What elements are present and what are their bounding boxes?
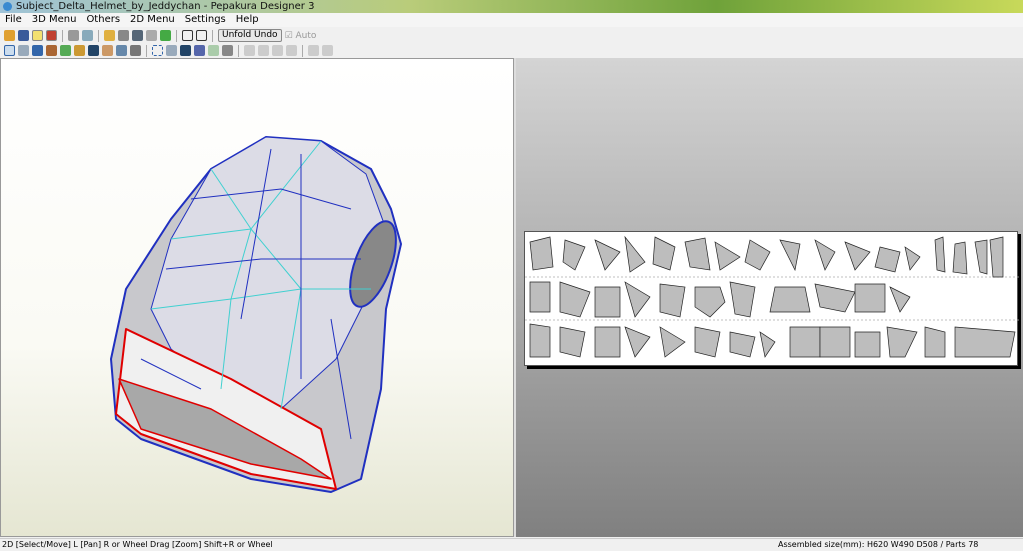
light-icon[interactable] [32,30,43,41]
flap-edit-icon[interactable] [74,45,85,56]
save-icon[interactable] [18,30,29,41]
parts-row-3 [529,323,1016,358]
join-part-icon[interactable] [116,45,127,56]
unfold-icon[interactable] [160,30,171,41]
anchor-icon[interactable] [132,30,143,41]
separator [176,29,177,42]
frame-icon[interactable] [152,45,163,56]
flap-icon[interactable] [146,30,157,41]
app-icon [3,2,12,11]
separator [238,44,239,57]
texture-icon[interactable] [46,30,57,41]
parts-row-2 [529,281,911,318]
flip-icon[interactable] [60,45,71,56]
window2-icon[interactable] [196,30,207,41]
align-top-icon[interactable] [272,45,283,56]
text-icon[interactable] [88,45,99,56]
3d-view[interactable] [0,58,514,537]
window-title: Subject_Delta_Helmet_by_Jeddychan - Pepa… [16,1,315,12]
rotate-icon[interactable] [46,45,57,56]
separator [212,29,213,42]
parts-row-1 [529,235,1004,278]
status-hint: 2D [Select/Move] L [Pan] R or Wheel Drag… [2,540,273,549]
image-icon[interactable] [208,45,219,56]
align-left-icon[interactable] [244,45,255,56]
menu-3d[interactable]: 3D Menu [32,13,77,27]
menu-others[interactable]: Others [86,13,120,27]
menu-file[interactable]: File [5,13,22,27]
rotate-left-icon[interactable] [308,45,319,56]
status-bar: 2D [Select/Move] L [Pan] R or Wheel Drag… [0,538,1023,550]
layout-icon[interactable] [194,45,205,56]
select-icon[interactable] [4,45,15,56]
align-bottom-icon[interactable] [286,45,297,56]
helmet-model [110,136,402,493]
pencil-icon[interactable] [104,30,115,41]
auto-checkbox[interactable]: ☑ Auto [285,31,317,41]
move-icon[interactable] [102,45,113,56]
align-right-icon[interactable] [258,45,269,56]
menu-bar: File 3D Menu Others 2D Menu Settings Hel… [0,13,1023,27]
view-icon[interactable] [68,30,79,41]
menu-2d[interactable]: 2D Menu [130,13,175,27]
menu-settings[interactable]: Settings [185,13,226,27]
grid-icon[interactable] [166,45,177,56]
separator [62,29,63,42]
window-icon[interactable] [182,30,193,41]
separator [146,44,147,57]
edge-icon[interactable] [18,45,29,56]
page-icon[interactable] [180,45,191,56]
auto-label: Auto [295,30,317,41]
separator [98,29,99,42]
menu-help[interactable]: Help [236,13,259,27]
rotate-right-icon[interactable] [322,45,333,56]
join-icon[interactable] [118,30,129,41]
redo-icon[interactable] [130,45,141,56]
2d-view[interactable] [516,58,1023,537]
part-icon[interactable] [32,45,43,56]
status-size: Assembled size(mm): H620 W490 D508 / Par… [778,540,979,549]
toolbar-top: Unfold Undo ☑ Auto [0,28,1023,43]
toolbar-bottom [0,43,1023,58]
separator [302,44,303,57]
open-icon[interactable] [4,30,15,41]
unfold-undo-button[interactable]: Unfold Undo [218,29,282,42]
paper-sheet [524,231,1019,366]
print-icon[interactable] [222,45,233,56]
title-bar: Subject_Delta_Helmet_by_Jeddychan - Pepa… [0,0,1023,13]
unfolded-parts [525,235,1019,358]
view2-icon[interactable] [82,30,93,41]
